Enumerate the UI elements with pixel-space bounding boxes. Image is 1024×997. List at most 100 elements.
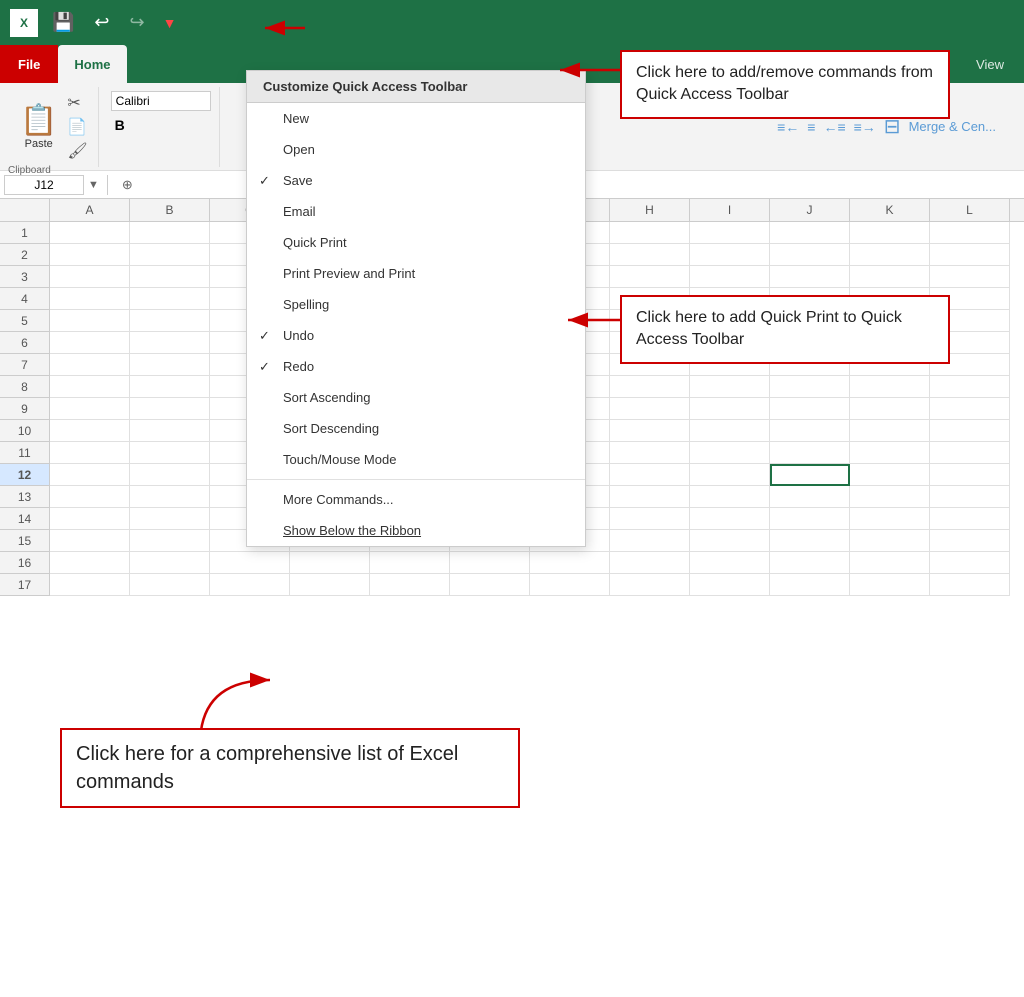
cell-I16[interactable]	[690, 552, 770, 574]
row-header-14[interactable]: 14	[0, 508, 49, 530]
cell-L13[interactable]	[930, 486, 1010, 508]
menu-item-touch-mouse[interactable]: Touch/Mouse Mode	[247, 444, 585, 475]
cell-B7[interactable]	[130, 354, 210, 376]
cell-A11[interactable]	[50, 442, 130, 464]
cell-K8[interactable]	[850, 376, 930, 398]
cell-A17[interactable]	[50, 574, 130, 596]
menu-item-email[interactable]: Email	[247, 196, 585, 227]
copy-button[interactable]: 📄	[65, 116, 89, 138]
cell-I1[interactable]	[690, 222, 770, 244]
cell-F16[interactable]	[450, 552, 530, 574]
cell-J3[interactable]	[770, 266, 850, 288]
cell-J8[interactable]	[770, 376, 850, 398]
cell-I8[interactable]	[690, 376, 770, 398]
cell-J16[interactable]	[770, 552, 850, 574]
row-header-4[interactable]: 4	[0, 288, 49, 310]
cell-H12[interactable]	[610, 464, 690, 486]
row-header-2[interactable]: 2	[0, 244, 49, 266]
cell-A8[interactable]	[50, 376, 130, 398]
cell-A9[interactable]	[50, 398, 130, 420]
cell-K13[interactable]	[850, 486, 930, 508]
cell-B6[interactable]	[130, 332, 210, 354]
cell-J1[interactable]	[770, 222, 850, 244]
cell-A6[interactable]	[50, 332, 130, 354]
row-header-5[interactable]: 5	[0, 310, 49, 332]
cell-K15[interactable]	[850, 530, 930, 552]
cell-H8[interactable]	[610, 376, 690, 398]
cell-H15[interactable]	[610, 530, 690, 552]
cell-A2[interactable]	[50, 244, 130, 266]
cell-I12[interactable]	[690, 464, 770, 486]
cell-B8[interactable]	[130, 376, 210, 398]
cell-H13[interactable]	[610, 486, 690, 508]
row-header-10[interactable]: 10	[0, 420, 49, 442]
row-header-7[interactable]: 7	[0, 354, 49, 376]
indent-increase-icon[interactable]: ≡→	[854, 119, 876, 135]
name-box-dropdown[interactable]: ▼	[88, 179, 99, 191]
tab-view[interactable]: View	[960, 45, 1024, 83]
cell-B5[interactable]	[130, 310, 210, 332]
col-header-K[interactable]: K	[850, 199, 930, 221]
cell-B10[interactable]	[130, 420, 210, 442]
indent-decrease-icon[interactable]: ←≡	[823, 119, 845, 135]
col-header-L[interactable]: L	[930, 199, 1010, 221]
cell-B14[interactable]	[130, 508, 210, 530]
cell-B17[interactable]	[130, 574, 210, 596]
menu-item-quick-print[interactable]: Quick Print	[247, 227, 585, 258]
cell-B16[interactable]	[130, 552, 210, 574]
row-header-16[interactable]: 16	[0, 552, 49, 574]
menu-item-sort-ascending[interactable]: Sort Ascending	[247, 382, 585, 413]
cell-A10[interactable]	[50, 420, 130, 442]
cell-J2[interactable]	[770, 244, 850, 266]
cell-I2[interactable]	[690, 244, 770, 266]
menu-item-redo[interactable]: ✓ Redo	[247, 351, 585, 382]
cell-L1[interactable]	[930, 222, 1010, 244]
cell-L2[interactable]	[930, 244, 1010, 266]
cell-H11[interactable]	[610, 442, 690, 464]
cell-I14[interactable]	[690, 508, 770, 530]
cell-G17[interactable]	[530, 574, 610, 596]
cell-L16[interactable]	[930, 552, 1010, 574]
cell-I17[interactable]	[690, 574, 770, 596]
cell-A7[interactable]	[50, 354, 130, 376]
cell-B12[interactable]	[130, 464, 210, 486]
row-header-13[interactable]: 13	[0, 486, 49, 508]
cell-B11[interactable]	[130, 442, 210, 464]
menu-item-spelling[interactable]: Spelling	[247, 289, 585, 320]
cell-H3[interactable]	[610, 266, 690, 288]
cell-L14[interactable]	[930, 508, 1010, 530]
cell-L3[interactable]	[930, 266, 1010, 288]
col-header-A[interactable]: A	[50, 199, 130, 221]
cell-B3[interactable]	[130, 266, 210, 288]
cell-A12[interactable]	[50, 464, 130, 486]
cell-E16[interactable]	[370, 552, 450, 574]
cell-A5[interactable]	[50, 310, 130, 332]
annotation-bottom-left[interactable]: Click here for a comprehensive list of E…	[60, 728, 520, 808]
cell-A3[interactable]	[50, 266, 130, 288]
quick-access-dropdown[interactable]: ▼	[159, 11, 181, 35]
row-header-8[interactable]: 8	[0, 376, 49, 398]
tab-home[interactable]: Home	[58, 45, 126, 83]
menu-item-open[interactable]: Open	[247, 134, 585, 165]
menu-item-undo[interactable]: ✓ Undo	[247, 320, 585, 351]
row-header-9[interactable]: 9	[0, 398, 49, 420]
cell-L12[interactable]	[930, 464, 1010, 486]
cell-K1[interactable]	[850, 222, 930, 244]
cell-B4[interactable]	[130, 288, 210, 310]
cell-F17[interactable]	[450, 574, 530, 596]
cell-A4[interactable]	[50, 288, 130, 310]
redo-button[interactable]: ↪	[124, 8, 151, 37]
bold-button[interactable]: B	[111, 115, 129, 135]
cell-K10[interactable]	[850, 420, 930, 442]
cell-A15[interactable]	[50, 530, 130, 552]
col-header-H[interactable]: H	[610, 199, 690, 221]
cell-I3[interactable]	[690, 266, 770, 288]
cell-B13[interactable]	[130, 486, 210, 508]
cell-H16[interactable]	[610, 552, 690, 574]
row-header-1[interactable]: 1	[0, 222, 49, 244]
cell-L17[interactable]	[930, 574, 1010, 596]
cell-L11[interactable]	[930, 442, 1010, 464]
cell-K17[interactable]	[850, 574, 930, 596]
tab-file[interactable]: File	[0, 45, 58, 83]
row-header-17[interactable]: 17	[0, 574, 49, 596]
